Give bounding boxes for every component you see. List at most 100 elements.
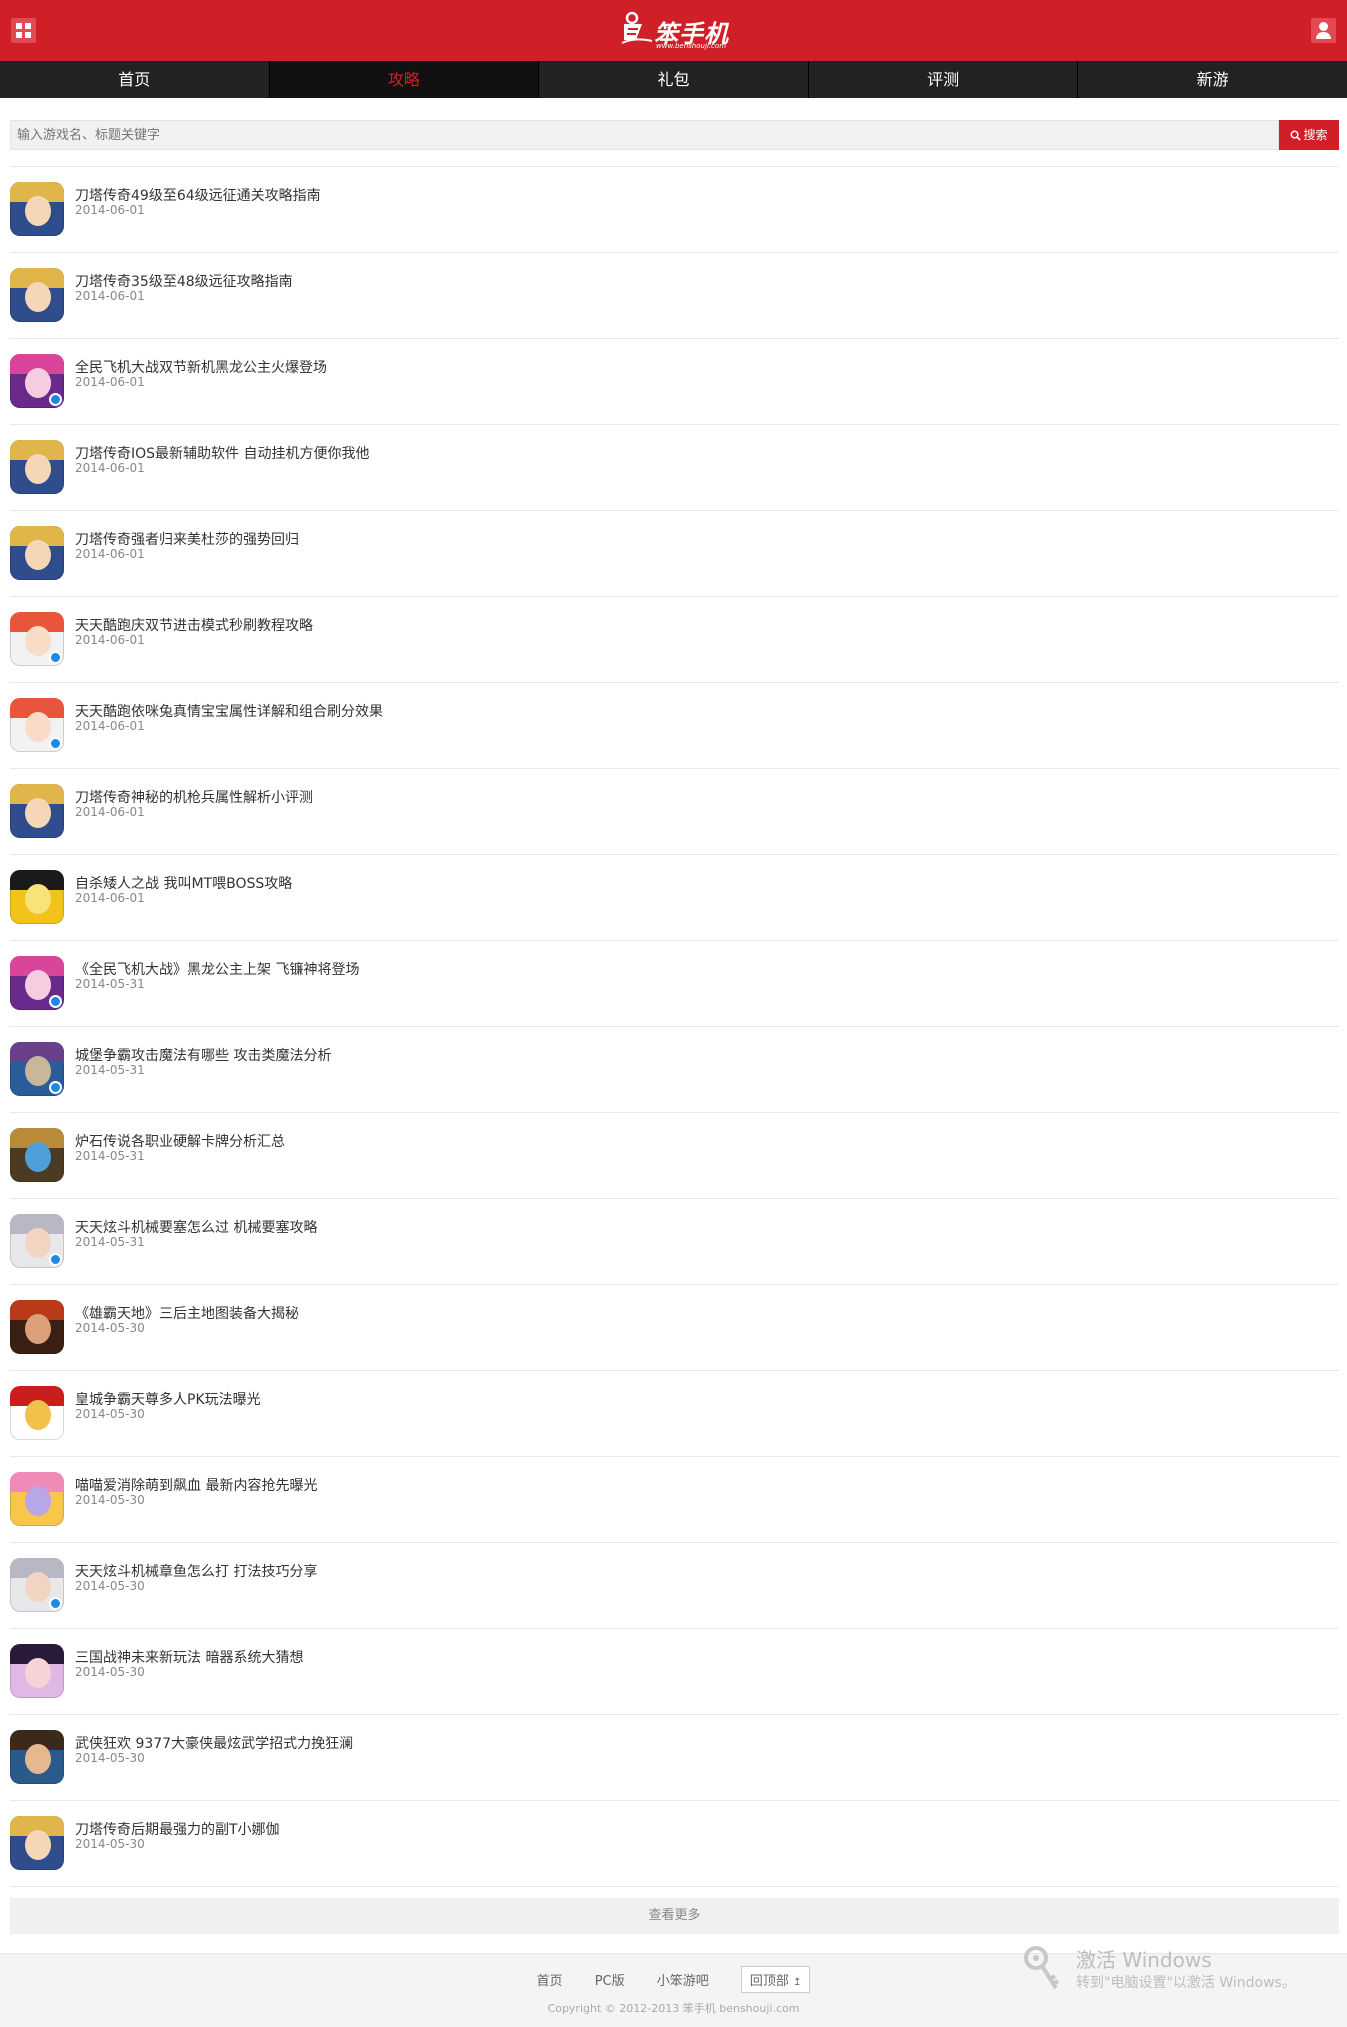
footer-link-pc[interactable]: PC版 xyxy=(595,1970,625,1989)
article-date: 2014-06-01 xyxy=(75,461,145,475)
article-date: 2014-05-30 xyxy=(75,1837,145,1851)
hearthstone-icon xyxy=(10,1128,64,1182)
tencent-badge-icon xyxy=(49,737,62,750)
site-logo[interactable]: 笨手机 www.benshouji.com xyxy=(620,8,730,52)
dota-legend-icon xyxy=(10,784,64,838)
article-title[interactable]: 城堡争霸攻击魔法有哪些 攻击类魔法分析 xyxy=(75,1045,331,1065)
article-item[interactable]: 全民飞机大战双节新机黑龙公主火爆登场 2014-06-01 xyxy=(10,339,1339,425)
grid-menu-icon[interactable] xyxy=(11,18,36,43)
article-item[interactable]: 刀塔传奇35级至48级远征攻略指南 2014-06-01 xyxy=(10,253,1339,339)
search-input[interactable] xyxy=(10,120,1279,150)
dota-legend-icon xyxy=(10,268,64,322)
article-title[interactable]: 全民飞机大战双节新机黑龙公主火爆登场 xyxy=(75,357,327,377)
footer-link-home[interactable]: 首页 xyxy=(537,1970,563,1989)
article-date: 2014-05-30 xyxy=(75,1751,145,1765)
nav-guides[interactable]: 攻略 xyxy=(269,61,540,98)
article-item[interactable]: 刀塔传奇后期最强力的副T小娜伽 2014-05-30 xyxy=(10,1801,1339,1887)
article-title[interactable]: 刀塔传奇IOS最新辅助软件 自动挂机方便你我他 xyxy=(75,443,369,463)
nav-reviews[interactable]: 评测 xyxy=(809,61,1079,98)
mt-icon xyxy=(10,870,64,924)
windows-activation-watermark: 激活 Windows 转到"电脑设置"以激活 Windows。 xyxy=(1022,1940,1322,2000)
article-item[interactable]: 刀塔传奇强者归来美杜莎的强势回归 2014-06-01 xyxy=(10,511,1339,597)
dota-legend-icon xyxy=(10,440,64,494)
watermark-line2: 转到"电脑设置"以激活 Windows。 xyxy=(1076,1975,1296,1991)
article-item[interactable]: 炉石传说各职业硬解卡牌分析汇总 2014-05-31 xyxy=(10,1113,1339,1199)
search-button[interactable]: 搜索 xyxy=(1279,120,1339,150)
article-date: 2014-05-31 xyxy=(75,1235,145,1249)
copyright: Copyright © 2012-2013 笨手机 benshouji.com xyxy=(547,2002,800,2015)
article-title[interactable]: 刀塔传奇强者归来美杜莎的强势回归 xyxy=(75,529,299,549)
article-title[interactable]: 武侠狂欢 9377大豪侠最炫武学招式力挽狂澜 xyxy=(75,1733,353,1753)
user-icon[interactable] xyxy=(1311,18,1336,43)
article-date: 2014-06-01 xyxy=(75,891,145,905)
article-date: 2014-06-01 xyxy=(75,289,145,303)
xuandou-icon xyxy=(10,1558,64,1612)
key-icon xyxy=(1024,1946,1060,1990)
article-title[interactable]: 《全民飞机大战》黑龙公主上架 飞镰神将登场 xyxy=(75,959,359,979)
article-date: 2014-06-01 xyxy=(75,203,145,217)
article-item[interactable]: 刀塔传奇IOS最新辅助软件 自动挂机方便你我他 2014-06-01 xyxy=(10,425,1339,511)
xuandou-icon xyxy=(10,1214,64,1268)
tencent-badge-icon xyxy=(49,1081,62,1094)
article-title[interactable]: 《雄霸天地》三后主地图装备大揭秘 xyxy=(75,1303,299,1323)
article-title[interactable]: 三国战神未来新玩法 暗器系统大猜想 xyxy=(75,1647,303,1667)
article-date: 2014-05-31 xyxy=(75,1149,145,1163)
search-bar: 搜索 xyxy=(10,120,1339,150)
watermark-line1: 激活 Windows xyxy=(1076,1948,1212,1972)
article-item[interactable]: 刀塔传奇神秘的机枪兵属性解析小评测 2014-06-01 xyxy=(10,769,1339,855)
article-title[interactable]: 炉石传说各职业硬解卡牌分析汇总 xyxy=(75,1131,285,1151)
article-item[interactable]: 天天酷跑庆双节进击模式秒刷教程攻略 2014-06-01 xyxy=(10,597,1339,683)
huangcheng-icon xyxy=(10,1386,64,1440)
article-title[interactable]: 刀塔传奇35级至48级远征攻略指南 xyxy=(75,271,293,291)
article-item[interactable]: 《雄霸天地》三后主地图装备大揭秘 2014-05-30 xyxy=(10,1285,1339,1371)
article-title[interactable]: 刀塔传奇神秘的机枪兵属性解析小评测 xyxy=(75,787,313,807)
wuxia-icon xyxy=(10,1730,64,1784)
back-to-top-label: 回顶部 xyxy=(749,1974,789,1989)
load-more-button[interactable]: 查看更多 xyxy=(10,1898,1339,1934)
article-title[interactable]: 刀塔传奇后期最强力的副T小娜伽 xyxy=(75,1819,280,1839)
arrow-up-icon: ↥ xyxy=(793,1977,802,1988)
plane-war-icon xyxy=(10,354,64,408)
article-title[interactable]: 天天炫斗机械章鱼怎么打 打法技巧分享 xyxy=(75,1561,317,1581)
article-item[interactable]: 自杀矮人之战 我叫MT喂BOSS攻略 2014-06-01 xyxy=(10,855,1339,941)
article-item[interactable]: 武侠狂欢 9377大豪侠最炫武学招式力挽狂澜 2014-05-30 xyxy=(10,1715,1339,1801)
tencent-badge-icon xyxy=(49,1597,62,1610)
article-title[interactable]: 天天酷跑依咪兔真情宝宝属性详解和组合刷分效果 xyxy=(75,701,383,721)
nav-home[interactable]: 首页 xyxy=(0,61,270,98)
dota-legend-icon xyxy=(10,1816,64,1870)
search-button-label: 搜索 xyxy=(1303,128,1328,142)
back-to-top-button[interactable]: 回顶部 ↥ xyxy=(740,1966,811,1993)
nav-gifts[interactable]: 礼包 xyxy=(539,61,809,98)
article-item[interactable]: 皇城争霸天尊多人PK玩法曝光 2014-05-30 xyxy=(10,1371,1339,1457)
parkour-icon xyxy=(10,698,64,752)
article-title[interactable]: 天天炫斗机械要塞怎么过 机械要塞攻略 xyxy=(75,1217,317,1237)
phone-logo-icon xyxy=(621,11,653,44)
article-date: 2014-05-30 xyxy=(75,1493,145,1507)
article-item[interactable]: 天天炫斗机械要塞怎么过 机械要塞攻略 2014-05-31 xyxy=(10,1199,1339,1285)
article-item[interactable]: 《全民飞机大战》黑龙公主上架 飞镰神将登场 2014-05-31 xyxy=(10,941,1339,1027)
article-item[interactable]: 刀塔传奇49级至64级远征通关攻略指南 2014-06-01 xyxy=(10,167,1339,253)
dota-legend-icon xyxy=(10,526,64,580)
article-date: 2014-06-01 xyxy=(75,805,145,819)
article-item[interactable]: 喵喵爱消除萌到飙血 最新内容抢先曝光 2014-05-30 xyxy=(10,1457,1339,1543)
footer-link-forum[interactable]: 小笨游吧 xyxy=(657,1970,709,1989)
article-item[interactable]: 天天炫斗机械章鱼怎么打 打法技巧分享 2014-05-30 xyxy=(10,1543,1339,1629)
article-item[interactable]: 城堡争霸攻击魔法有哪些 攻击类魔法分析 2014-05-31 xyxy=(10,1027,1339,1113)
article-item[interactable]: 三国战神未来新玩法 暗器系统大猜想 2014-05-30 xyxy=(10,1629,1339,1715)
tencent-badge-icon xyxy=(49,393,62,406)
article-item[interactable]: 天天酷跑依咪兔真情宝宝属性详解和组合刷分效果 2014-06-01 xyxy=(10,683,1339,769)
nav-new-games[interactable]: 新游 xyxy=(1078,61,1347,98)
article-title[interactable]: 皇城争霸天尊多人PK玩法曝光 xyxy=(75,1389,261,1409)
article-date: 2014-05-30 xyxy=(75,1579,145,1593)
article-title[interactable]: 天天酷跑庆双节进击模式秒刷教程攻略 xyxy=(75,615,313,635)
castle-icon xyxy=(10,1042,64,1096)
parkour-icon xyxy=(10,612,64,666)
article-title[interactable]: 自杀矮人之战 我叫MT喂BOSS攻略 xyxy=(75,873,292,893)
main-nav: 首页 攻略 礼包 评测 新游 xyxy=(0,61,1347,98)
article-date: 2014-05-30 xyxy=(75,1321,145,1335)
article-date: 2014-06-01 xyxy=(75,633,145,647)
article-title[interactable]: 刀塔传奇49级至64级远征通关攻略指南 xyxy=(75,185,321,205)
article-title[interactable]: 喵喵爱消除萌到飙血 最新内容抢先曝光 xyxy=(75,1475,317,1495)
dota-legend-icon xyxy=(10,182,64,236)
logo-subtext: www.benshouji.com xyxy=(656,42,727,50)
